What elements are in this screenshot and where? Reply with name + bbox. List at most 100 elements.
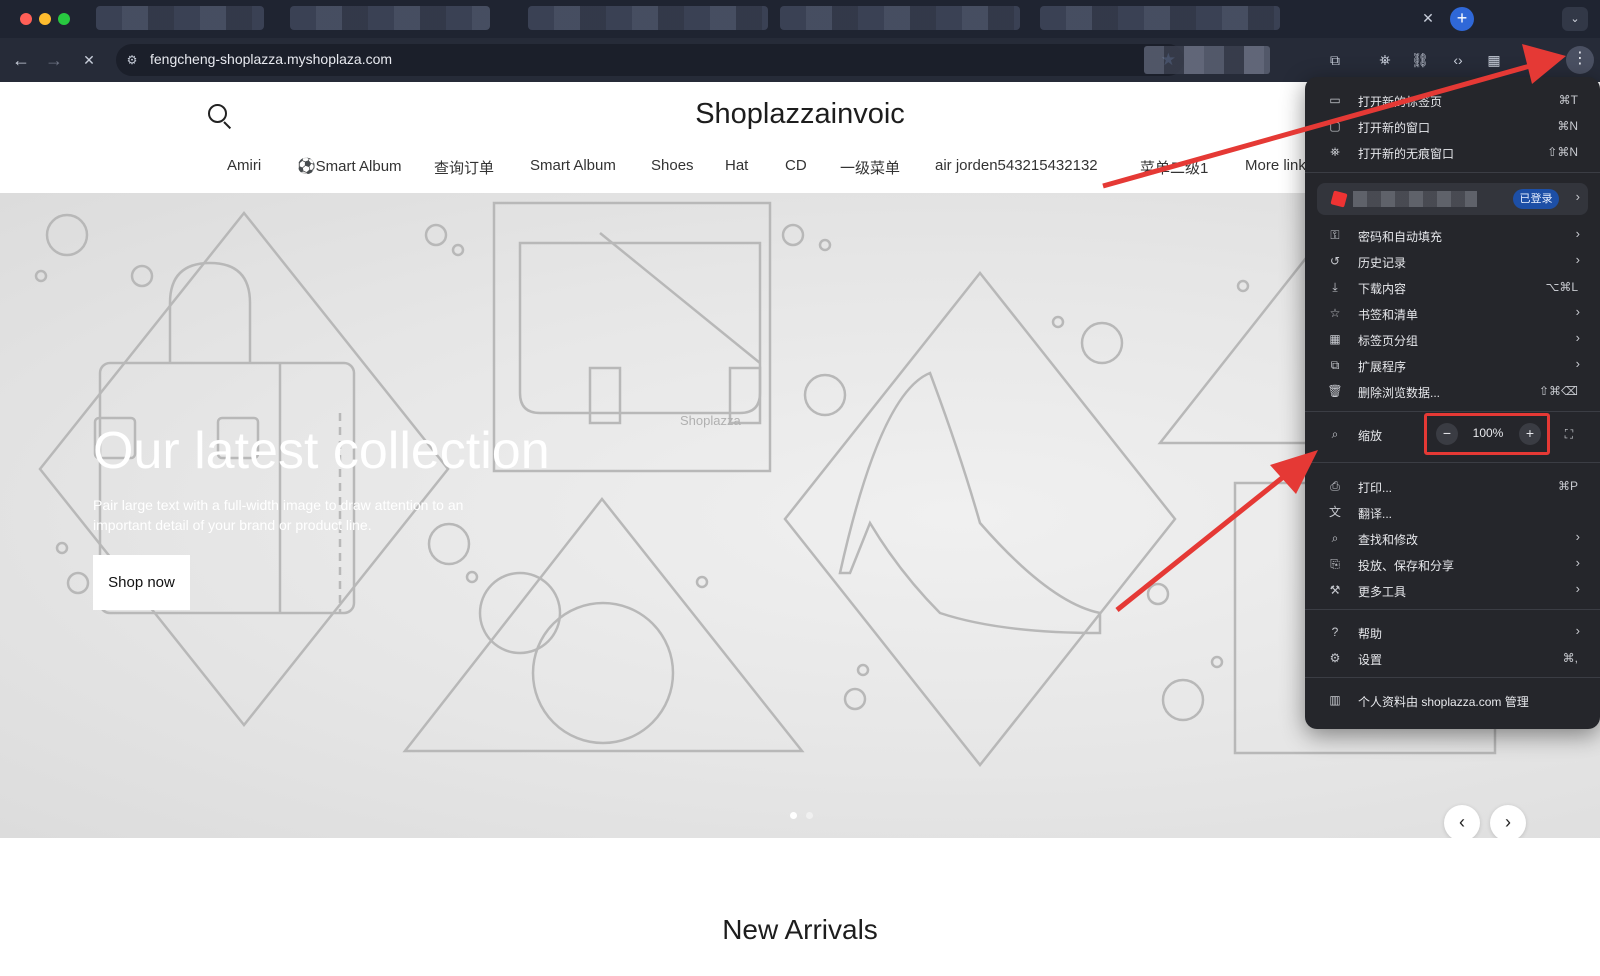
- menu-item-extensions[interactable]: ⧉ 扩展程序 ›: [1305, 352, 1600, 378]
- menu-shortcut: ⌘T: [1558, 93, 1578, 107]
- maximize-window-button[interactable]: [58, 13, 70, 25]
- menu-item-more-tools[interactable]: ⚒ 更多工具 ›: [1305, 577, 1600, 603]
- slide-dot-active[interactable]: [790, 812, 797, 819]
- nav-item[interactable]: air jorden543215432132: [935, 157, 1098, 174]
- menu-item-label: 打开新的窗口: [1358, 121, 1431, 135]
- menu-item-cast-save-share[interactable]: ⎘ 投放、保存和分享 ›: [1305, 551, 1600, 577]
- menu-item-help[interactable]: ? 帮助 ›: [1305, 619, 1600, 645]
- menu-item-label: 设置: [1358, 653, 1383, 667]
- cast-save-share-icon: ⎘: [1330, 557, 1340, 571]
- tab-blurred[interactable]: [290, 6, 490, 30]
- profile-avatar-icon: [1330, 190, 1348, 208]
- chevron-right-icon: ›: [1575, 529, 1580, 544]
- nav-item[interactable]: Smart Album: [530, 157, 616, 174]
- tab-search-button[interactable]: ⌄: [1562, 7, 1588, 31]
- menu-item-downloads[interactable]: ⤓ 下载内容 ⌥⌘L: [1305, 274, 1600, 300]
- menu-shortcut: ⇧⌘N: [1547, 145, 1578, 159]
- find-icon: ⌕: [1331, 531, 1339, 545]
- chevron-right-icon: ›: [1575, 555, 1580, 570]
- nav-item[interactable]: Amiri: [227, 157, 261, 174]
- zoom-icon: ⌕: [1331, 427, 1339, 441]
- extension-icon[interactable]: ⧉: [1324, 49, 1346, 71]
- site-info-icon[interactable]: ⚙: [124, 52, 140, 68]
- chevron-right-icon: ›: [1575, 252, 1580, 267]
- incognito-icon[interactable]: ⛯: [1374, 49, 1396, 71]
- url-text[interactable]: fengcheng-shoplazza.myshoplaza.com: [150, 51, 392, 67]
- nav-item[interactable]: 一级菜单: [840, 157, 900, 178]
- tab-blurred[interactable]: [528, 6, 768, 30]
- menu-item-managed-by[interactable]: ▥ 个人资料由 shoplazza.com 管理: [1305, 687, 1600, 713]
- profile-avatar-icon[interactable]: [1535, 50, 1555, 70]
- prev-slide-button[interactable]: ‹: [1444, 805, 1480, 838]
- download-icon: ⤓: [1332, 280, 1338, 294]
- tab-blurred[interactable]: [780, 6, 1020, 30]
- menu-item-label: 历史记录: [1358, 256, 1407, 270]
- extensions-blurred[interactable]: [1144, 46, 1270, 74]
- menu-item-bookmarks[interactable]: ☆ 书签和清单 ›: [1305, 300, 1600, 326]
- minimize-window-button[interactable]: [39, 13, 51, 25]
- menu-divider: [1305, 677, 1600, 678]
- nav-item[interactable]: 菜单二级1: [1140, 157, 1208, 178]
- new-window-icon: ▢: [1329, 119, 1341, 133]
- browser-tab-bar: ✕ + ⌄: [0, 0, 1600, 38]
- code-icon[interactable]: ‹›: [1447, 49, 1469, 71]
- browser-toolbar: ← → ✕ ⚙ fengcheng-shoplazza.myshoplaza.c…: [0, 38, 1600, 82]
- trash-icon: 🗑: [1327, 384, 1343, 398]
- stop-loading-button[interactable]: ✕: [77, 48, 101, 72]
- bag-handle: [168, 261, 252, 363]
- menu-item-clear-browsing-data[interactable]: 🗑 删除浏览数据... ⇧⌘⌫: [1305, 378, 1600, 404]
- menu-item-label: 个人资料由 shoplazza.com 管理: [1358, 695, 1529, 709]
- tab-close-icon[interactable]: ✕: [1418, 8, 1438, 28]
- signed-in-badge: 已登录: [1513, 189, 1559, 209]
- tab-blurred[interactable]: [1040, 6, 1280, 30]
- new-tab-button[interactable]: +: [1450, 7, 1474, 31]
- link-icon[interactable]: ⛓: [1409, 49, 1431, 71]
- menu-item-label: 下载内容: [1358, 282, 1407, 296]
- menu-divider: [1305, 462, 1600, 463]
- forward-button[interactable]: →: [42, 48, 66, 72]
- close-window-button[interactable]: [20, 13, 32, 25]
- address-bar[interactable]: ⚙ fengcheng-shoplazza.myshoplaza.com ★: [116, 44, 1184, 76]
- menu-item-new-incognito[interactable]: ⛯ 打开新的无痕窗口 ⇧⌘N: [1305, 139, 1600, 165]
- menu-shortcut: ⌘,: [1562, 651, 1578, 665]
- nav-item[interactable]: 查询订单: [434, 157, 494, 178]
- back-button[interactable]: ←: [9, 48, 33, 72]
- menu-item-tab-groups[interactable]: ▦ 标签页分组 ›: [1305, 326, 1600, 352]
- profile-name-blurred: [1353, 191, 1477, 207]
- menu-item-settings[interactable]: ⚙ 设置 ⌘,: [1305, 645, 1600, 671]
- chevron-right-icon: ›: [1575, 356, 1580, 371]
- triangle-shape: [1157, 249, 1312, 445]
- fullscreen-icon[interactable]: ⛶: [1561, 426, 1577, 442]
- zoom-out-button[interactable]: −: [1436, 423, 1458, 445]
- slide-dot[interactable]: [806, 812, 813, 819]
- chrome-menu-button[interactable]: ⋮: [1566, 46, 1594, 74]
- nav-item[interactable]: ⚽Smart Album: [297, 157, 402, 175]
- menu-item-translate[interactable]: 文 翻译...: [1305, 499, 1600, 525]
- zoom-in-button[interactable]: +: [1519, 423, 1541, 445]
- menu-shortcut: ⌘P: [1557, 479, 1578, 493]
- menu-item-history[interactable]: ↺ 历史记录 ›: [1305, 248, 1600, 274]
- menu-profile-row[interactable]: 已登录 ›: [1317, 183, 1588, 215]
- menu-item-new-window[interactable]: ▢ 打开新的窗口 ⌘N: [1305, 113, 1600, 139]
- shop-now-button[interactable]: Shop now: [93, 555, 190, 610]
- menu-item-label: 标签页分组: [1358, 334, 1419, 348]
- menu-item-find-edit[interactable]: ⌕ 查找和修改 ›: [1305, 525, 1600, 551]
- nav-item[interactable]: More link: [1245, 157, 1306, 174]
- settings-icon: ⚙: [1329, 651, 1341, 665]
- qr-code-icon[interactable]: ▦: [1483, 49, 1505, 71]
- nav-item[interactable]: Shoes: [651, 157, 694, 174]
- menu-item-label: 翻译...: [1358, 507, 1393, 521]
- nav-item[interactable]: CD: [785, 157, 807, 174]
- tab-blurred[interactable]: [96, 6, 264, 30]
- nav-item[interactable]: Hat: [725, 157, 748, 174]
- menu-item-new-tab[interactable]: ▭ 打开新的标签页 ⌘T: [1305, 87, 1600, 113]
- menu-item-label: 打开新的标签页: [1358, 95, 1443, 109]
- menu-item-label: 查找和修改: [1358, 533, 1419, 547]
- menu-item-label: 密码和自动填充: [1358, 230, 1443, 244]
- next-slide-button[interactable]: ›: [1490, 805, 1526, 838]
- incognito-icon: ⛯: [1330, 145, 1340, 159]
- menu-item-print[interactable]: ⎙ 打印... ⌘P: [1305, 473, 1600, 499]
- menu-item-passwords[interactable]: ⚿ 密码和自动填充 ›: [1305, 222, 1600, 248]
- chevron-right-icon: ›: [1575, 304, 1580, 319]
- menu-item-label: 打开新的无痕窗口: [1358, 147, 1455, 161]
